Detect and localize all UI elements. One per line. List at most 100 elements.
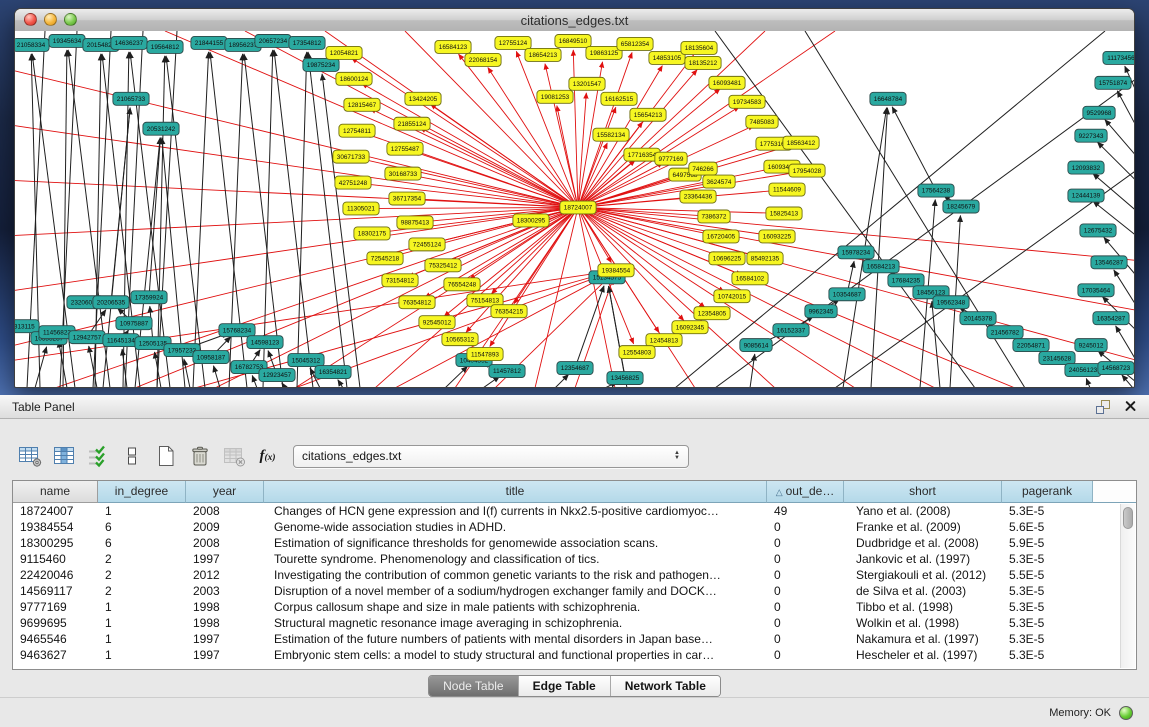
graph-node[interactable]: 22068154 [465, 53, 501, 66]
graph-node[interactable]: 10975887 [116, 317, 152, 330]
graph-edge[interactable] [149, 138, 160, 298]
table-cell[interactable]: Tibbo et al. (1998) [844, 599, 1002, 615]
graph-node[interactable]: 11645134 [103, 334, 139, 347]
table-cell[interactable]: 5.6E-5 [1002, 519, 1093, 535]
graph-node[interactable]: 16152337 [773, 324, 809, 337]
graph-node[interactable]: 18600124 [336, 72, 372, 85]
graph-edge[interactable] [370, 208, 578, 209]
graph-node[interactable]: 14568723 [1098, 362, 1134, 375]
graph-node[interactable]: 9777169 [655, 152, 687, 165]
table-cell[interactable]: 0 [767, 647, 844, 663]
table-cell[interactable]: 0 [767, 551, 844, 567]
tab-edge-table[interactable]: Edge Table [518, 676, 610, 696]
graph-node[interactable]: 19564812 [147, 40, 183, 53]
table-cell[interactable]: 1998 [186, 615, 264, 631]
graph-node[interactable]: 9962345 [805, 305, 837, 318]
table-cell[interactable]: Hescheler et al. (1997) [844, 647, 1002, 663]
graph-edge[interactable] [835, 171, 1134, 387]
graph-edge[interactable] [424, 208, 578, 222]
graph-node[interactable]: 15582134 [593, 128, 629, 141]
graph-node[interactable]: 15654213 [630, 108, 666, 121]
table-cell[interactable]: 2009 [186, 519, 264, 535]
graph-node[interactable]: 9227343 [1075, 129, 1107, 142]
graph-edge[interactable] [892, 107, 936, 191]
table-cell[interactable]: 5.3E-5 [1002, 631, 1093, 647]
table-cell[interactable]: 1 [98, 503, 186, 519]
graph-node[interactable]: 9085614 [740, 339, 772, 352]
table-cell[interactable]: Tourette syndrome. Phenomenology and cla… [264, 551, 767, 567]
table-cell[interactable]: de Silva et al. (2003) [844, 583, 1002, 599]
graph-node[interactable]: 10742015 [714, 290, 750, 303]
table-row[interactable]: 2242004622012Investigating the contribut… [13, 567, 1136, 583]
graph-node[interactable]: 16354821 [315, 366, 351, 379]
graph-node[interactable]: 7485083 [746, 115, 778, 128]
table-cell[interactable]: 1997 [186, 551, 264, 567]
table-cell[interactable]: 22420046 [13, 567, 98, 583]
table-cell[interactable]: 2008 [186, 503, 264, 519]
graph-node[interactable]: 20145378 [960, 312, 996, 325]
graph-edge[interactable] [352, 58, 578, 208]
graph-node[interactable]: 17354812 [289, 36, 325, 49]
graph-node[interactable]: 15751874 [1095, 76, 1131, 89]
graph-node[interactable]: 12754811 [339, 124, 375, 137]
table-cell[interactable]: 0 [767, 583, 844, 599]
graph-node[interactable]: 7386372 [698, 210, 730, 223]
graph-node[interactable]: 22054871 [1013, 339, 1049, 352]
table-cell[interactable]: Nakamura et al. (1997) [844, 631, 1002, 647]
graph-node[interactable]: 10958187 [193, 351, 229, 364]
graph-node[interactable]: 19875234 [303, 58, 339, 71]
graph-node[interactable]: 17564238 [918, 184, 954, 197]
table-cell[interactable]: 5.9E-5 [1002, 535, 1093, 551]
graph-edge[interactable] [578, 208, 768, 236]
graph-edge[interactable] [715, 31, 975, 387]
table-cell[interactable]: 9777169 [13, 599, 98, 615]
table-cell[interactable]: 9115460 [13, 551, 98, 567]
table-vertical-scrollbar[interactable] [1120, 504, 1135, 668]
table-row[interactable]: 1872400712008Changes of HCN gene express… [13, 503, 1136, 519]
graph-node[interactable]: 11547893 [467, 348, 503, 361]
column-header-title[interactable]: title [264, 481, 767, 503]
graph-node[interactable]: 20657234 [255, 34, 291, 47]
float-panel-button[interactable] [1096, 400, 1110, 414]
graph-node[interactable]: 72545218 [367, 252, 403, 265]
new-table-icon[interactable] [152, 443, 179, 469]
column-header-name[interactable]: name [13, 481, 98, 503]
graph-node[interactable]: 12675432 [1080, 224, 1116, 237]
graph-edge[interactable] [1086, 378, 1090, 387]
delete-table-icon[interactable] [186, 443, 213, 469]
graph-node[interactable]: 65812354 [617, 37, 653, 50]
graph-node[interactable]: 16584123 [435, 40, 471, 53]
window-titlebar[interactable]: citations_edges.txt [15, 9, 1134, 32]
table-cell[interactable]: 6 [98, 535, 186, 551]
memory-status-indicator[interactable] [1119, 706, 1133, 720]
table-cell[interactable]: Disruption of a novel member of a sodium… [264, 583, 767, 599]
table-row[interactable]: 1830029562008Estimation of significance … [13, 535, 1136, 551]
table-cell[interactable]: 18724007 [13, 503, 98, 519]
graph-node[interactable]: 13456825 [607, 372, 643, 385]
graph-edge[interactable] [1117, 91, 1134, 126]
graph-node[interactable]: 16093481 [709, 76, 745, 89]
graph-edge[interactable] [297, 52, 307, 387]
graph-node[interactable]: 21855124 [394, 117, 430, 130]
graph-edge[interactable] [420, 128, 578, 208]
table-cell[interactable]: 5.3E-5 [1002, 551, 1093, 567]
graph-edge[interactable] [578, 208, 935, 387]
table-cell[interactable]: 0 [767, 631, 844, 647]
table-cell[interactable]: 0 [767, 567, 844, 583]
graph-node[interactable]: 19562348 [933, 296, 969, 309]
graph-node[interactable]: 10354687 [829, 288, 865, 301]
column-header-short[interactable]: short [844, 481, 1002, 503]
graph-node[interactable]: 19081253 [537, 90, 573, 103]
graph-edge[interactable] [35, 347, 47, 387]
table-selector-dropdown[interactable]: citations_edges.txt ▲▼ [293, 445, 689, 468]
graph-node[interactable]: 18563412 [783, 136, 819, 149]
table-cell[interactable]: 0 [767, 615, 844, 631]
table-cell[interactable]: 0 [767, 519, 844, 535]
table-cell[interactable]: 1997 [186, 647, 264, 663]
graph-node[interactable]: 15045312 [288, 354, 324, 367]
table-cell[interactable]: Dudbridge et al. (2008) [844, 535, 1002, 551]
table-row[interactable]: 977716911998Corpus callosum shape and si… [13, 599, 1136, 615]
graph-node[interactable]: 15978234 [838, 246, 874, 259]
graph-node[interactable]: 19734583 [729, 95, 765, 108]
graph-node[interactable]: 11313115 [15, 320, 39, 333]
